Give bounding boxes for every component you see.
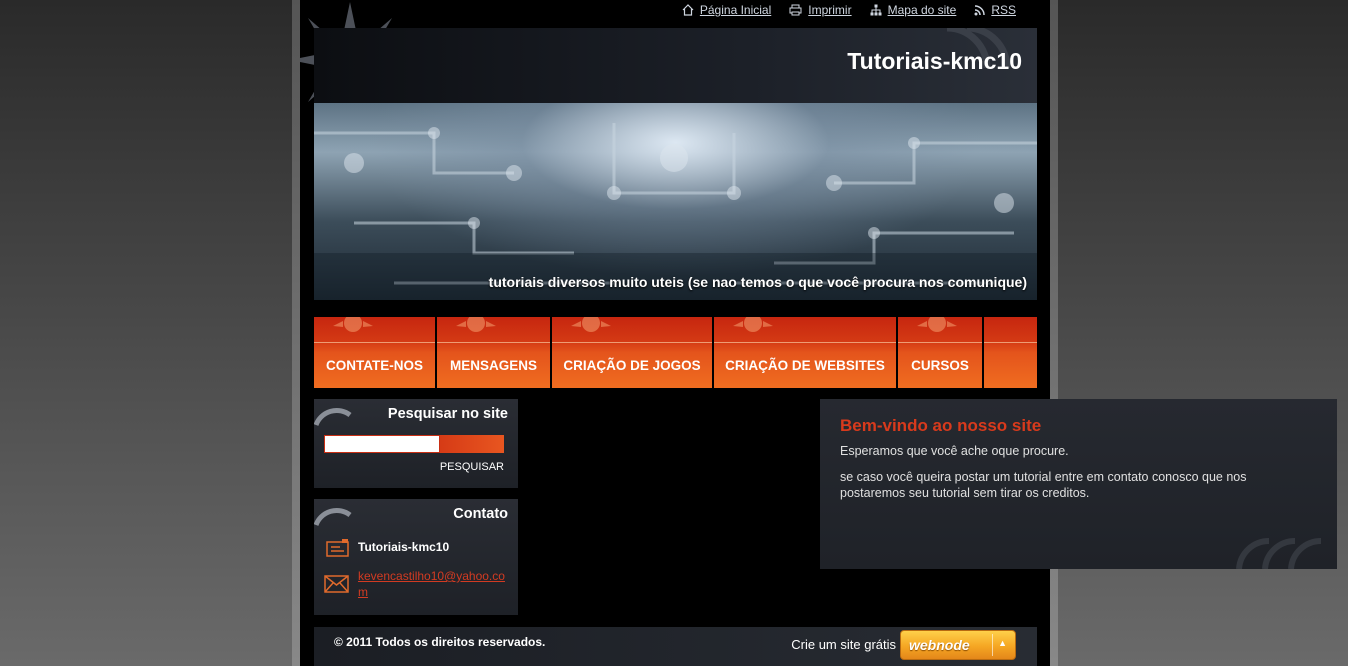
circuit-image: [314, 123, 1037, 300]
contact-title: Contato: [453, 506, 508, 522]
arc-decoration-icon: [314, 408, 352, 427]
sitemap-link[interactable]: Mapa do site: [870, 3, 957, 17]
nav-item-label: CONTATE-NOS: [326, 358, 423, 373]
search-input-bar: [440, 435, 504, 453]
sun-decoration-icon: [917, 317, 957, 332]
print-icon: [789, 4, 802, 16]
search-panel: Pesquisar no site PESQUISAR: [314, 399, 518, 488]
nav-item-mensagens[interactable]: MENSAGENS: [437, 317, 550, 388]
webnode-logo: webnode: [909, 637, 970, 653]
swirl-decoration-icon: [1236, 537, 1322, 569]
home-link[interactable]: Página Inicial: [682, 3, 771, 17]
nav-item-criacao-de-jogos[interactable]: CRIAÇÃO DE JOGOS: [552, 317, 712, 388]
site-title: Tutoriais-kmc10: [847, 48, 1022, 74]
print-link-label: Imprimir: [808, 3, 852, 17]
home-icon: [682, 4, 694, 16]
nav-item-contate-nos[interactable]: CONTATE-NOS: [314, 317, 435, 388]
address-card-icon: [326, 539, 349, 557]
banner-tagline: tutoriais diversos muito uteis (se nao t…: [488, 274, 1027, 290]
rss-link[interactable]: RSS: [974, 3, 1016, 17]
home-link-label: Página Inicial: [699, 3, 772, 17]
main-paragraph: Esperamos que você ache oque procure.: [840, 444, 1069, 458]
nav-item-cursos[interactable]: CURSOS: [898, 317, 982, 388]
sitemap-icon: [870, 4, 882, 16]
nav-item-label: MENSAGENS: [449, 358, 537, 373]
nav-item-label: CRIAÇÃO DE WEBSITES: [725, 358, 885, 373]
arc-decoration-icon: [314, 508, 352, 527]
main-content: Bem-vindo ao nosso site Esperamos que vo…: [820, 399, 1337, 569]
search-input[interactable]: [324, 435, 440, 453]
webnode-button[interactable]: webnode ▲: [900, 630, 1016, 660]
footer: © 2011 Todos os direitos reservados. Cri…: [314, 627, 1037, 666]
header-banner: tutoriais diversos muito uteis (se nao t…: [314, 103, 1037, 300]
sun-decoration-icon: [571, 317, 611, 332]
contact-email-link[interactable]: kevencastilho10@yahoo.com: [358, 568, 510, 600]
contact-panel: Contato Tutoriais-kmc10 kevencastilho10@…: [314, 499, 518, 615]
envelope-icon: [324, 575, 349, 593]
arrow-up-icon: ▲: [998, 638, 1007, 648]
sitemap-link-label: Mapa do site: [887, 3, 957, 17]
print-link[interactable]: Imprimir: [789, 3, 852, 17]
main-heading: Bem-vindo ao nosso site: [840, 416, 1042, 435]
search-title: Pesquisar no site: [387, 406, 508, 422]
nav-item-label: CRIAÇÃO DE JOGOS: [563, 358, 701, 373]
main-navigation: CONTATE-NOS MENSAGENS CRIAÇÃO DE JOGOS C…: [314, 317, 1037, 388]
nav-item-label: CURSOS: [911, 358, 969, 373]
search-button[interactable]: PESQUISAR: [440, 461, 504, 473]
copyright-text: © 2011 Todos os direitos reservados.: [334, 635, 546, 649]
nav-item-criacao-de-websites[interactable]: CRIAÇÃO DE WEBSITES: [714, 317, 896, 388]
rss-icon: [974, 4, 986, 15]
divider: [992, 634, 993, 656]
sun-decoration-icon: [333, 317, 373, 332]
top-links: Página Inicial Imprimir Mapa do site RSS: [682, 3, 1016, 17]
contact-name: Tutoriais-kmc10: [358, 540, 450, 554]
page: Página Inicial Imprimir Mapa do site RSS…: [300, 0, 1337, 666]
create-site-text: Crie um site grátis: [791, 637, 896, 652]
nav-filler: [984, 317, 1037, 388]
main-paragraph: se caso você queira postar um tutorial e…: [840, 470, 1247, 500]
sun-decoration-icon: [456, 317, 496, 332]
rss-link-label: RSS: [991, 3, 1016, 17]
sun-decoration-icon: [733, 317, 773, 332]
